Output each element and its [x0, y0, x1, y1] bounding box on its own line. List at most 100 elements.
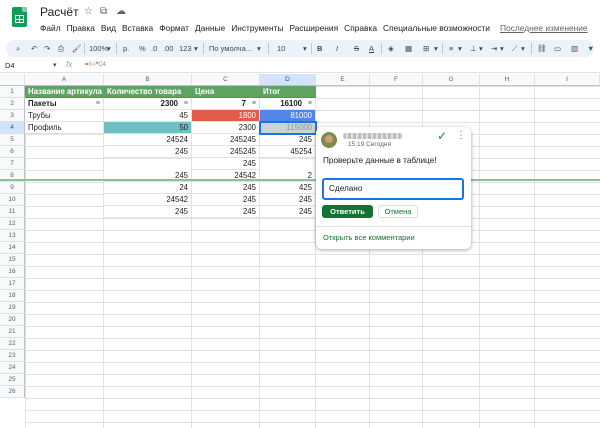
valign-chevron-down-icon[interactable]: ▾: [479, 43, 483, 54]
zoom-select[interactable]: 100%: [89, 43, 108, 54]
table-cell[interactable]: 24542: [104, 194, 192, 206]
cloud-status-icon[interactable]: ☁: [116, 7, 126, 17]
name-box[interactable]: D4: [5, 61, 15, 70]
vertical-align-icon[interactable]: ⊥: [470, 43, 477, 54]
formats-chevron-down-icon[interactable]: ▾: [194, 43, 198, 54]
cancel-button[interactable]: Отмена: [378, 205, 418, 218]
column-header-h[interactable]: H: [480, 74, 535, 86]
column-header-i[interactable]: I: [535, 74, 600, 86]
menu-accessibility[interactable]: Специальные возможности: [383, 23, 490, 35]
paint-format-icon[interactable]: 🖌: [72, 43, 82, 54]
merge-chevron-down-icon[interactable]: ▾: [434, 43, 438, 54]
halign-chevron-down-icon[interactable]: ▾: [458, 43, 462, 54]
table-cell[interactable]: Профиль: [25, 122, 104, 134]
fill-color-icon[interactable]: ◈: [388, 43, 394, 54]
currency-format-button[interactable]: р.: [123, 43, 129, 54]
redo-icon[interactable]: ↷: [44, 43, 50, 54]
table-cell[interactable]: 45: [104, 110, 192, 122]
decrease-decimal-button[interactable]: .0: [151, 43, 157, 54]
merge-cells-icon[interactable]: ⊞: [423, 43, 429, 54]
rotation-chevron-down-icon[interactable]: ▾: [521, 43, 525, 54]
font-chevron-down-icon[interactable]: ▾: [257, 43, 261, 54]
menu-format[interactable]: Формат: [159, 23, 189, 35]
move-folder-icon[interactable]: ⧉: [100, 7, 107, 17]
filter-icon[interactable]: ≡: [252, 98, 256, 109]
wrap-chevron-down-icon[interactable]: ▾: [500, 43, 504, 54]
resolve-check-icon[interactable]: ✓: [437, 130, 447, 142]
column-header-g[interactable]: G: [423, 74, 480, 86]
print-icon[interactable]: ⎙: [58, 43, 64, 54]
table-cell[interactable]: 16100 ≡: [260, 98, 316, 110]
reply-button[interactable]: Ответить: [322, 205, 373, 218]
column-header-f[interactable]: F: [370, 74, 423, 86]
table-cell[interactable]: 2300 ≡: [104, 98, 192, 110]
zoom-chevron-down-icon[interactable]: ▾: [107, 43, 111, 54]
table-cell[interactable]: Пакеты ≡: [25, 98, 104, 110]
table-cell[interactable]: 245245: [192, 146, 260, 158]
menu-edit[interactable]: Правка: [67, 23, 95, 35]
table-cell[interactable]: 245: [104, 206, 192, 218]
frozen-rows-divider[interactable]: [0, 179, 600, 181]
name-box-chevron-down-icon[interactable]: ▾: [53, 60, 57, 71]
table-cell[interactable]: 425: [260, 182, 316, 194]
filter-icon[interactable]: ≡: [184, 98, 188, 109]
open-all-comments-link[interactable]: Открыть все комментарии: [323, 233, 415, 242]
column-header-e[interactable]: E: [316, 74, 370, 86]
select-all-corner[interactable]: [0, 74, 25, 86]
column-header-b[interactable]: B: [104, 74, 192, 86]
menu-extensions[interactable]: Расширения: [289, 23, 338, 35]
insert-chart-icon[interactable]: ▥: [571, 43, 578, 54]
insert-comment-icon[interactable]: ▭: [554, 43, 561, 54]
text-rotation-icon[interactable]: ⟋: [512, 43, 517, 54]
last-edit-link[interactable]: Последнее изменение: [500, 23, 600, 33]
table-cell[interactable]: 45254: [260, 146, 316, 158]
table-cell[interactable]: 245: [192, 206, 260, 218]
sheets-logo-icon[interactable]: [12, 7, 27, 27]
table-cell[interactable]: 245: [104, 146, 192, 158]
strikethrough-button[interactable]: S: [354, 43, 359, 54]
bold-button[interactable]: B: [317, 43, 322, 54]
text-color-button[interactable]: A: [369, 43, 374, 54]
spreadsheet-grid[interactable]: A B C D E F G H I 1 2 3 4 5 6 7 8 9 10 1…: [0, 74, 600, 428]
font-size-select[interactable]: 10: [277, 43, 285, 54]
more-formats-button[interactable]: 123: [179, 43, 192, 54]
header-cell-total[interactable]: Итог: [260, 86, 316, 98]
percent-format-button[interactable]: %: [139, 43, 146, 54]
italic-button[interactable]: I: [336, 43, 338, 54]
star-icon[interactable]: ☆: [84, 7, 93, 17]
header-cell-name[interactable]: Название артикула: [25, 86, 104, 98]
table-cell[interactable]: 245: [192, 158, 260, 170]
table-cell[interactable]: 245: [260, 194, 316, 206]
header-cell-price[interactable]: Цена: [192, 86, 260, 98]
column-header-c[interactable]: C: [192, 74, 260, 86]
reply-input[interactable]: Сделано: [322, 178, 464, 200]
menu-view[interactable]: Вид: [101, 23, 116, 35]
menu-help[interactable]: Справка: [344, 23, 377, 35]
font-size-chevron-down-icon[interactable]: ▾: [303, 43, 307, 54]
table-cell[interactable]: 7 ≡: [192, 98, 260, 110]
insert-link-icon[interactable]: ⛓: [537, 43, 547, 54]
search-icon[interactable]: ⌕: [16, 43, 20, 54]
column-header-d[interactable]: D: [260, 74, 316, 86]
menu-file[interactable]: Файл: [40, 23, 61, 35]
table-cell[interactable]: 24: [104, 182, 192, 194]
table-cell[interactable]: 245: [260, 206, 316, 218]
table-cell[interactable]: Трубы: [25, 110, 104, 122]
column-header-a[interactable]: A: [25, 74, 104, 86]
formula-input[interactable]: =B4*C4: [85, 62, 106, 68]
table-cell[interactable]: 245: [192, 194, 260, 206]
more-vert-icon[interactable]: ⋮: [456, 130, 466, 142]
text-wrap-icon[interactable]: ⇥: [491, 43, 497, 54]
horizontal-align-icon[interactable]: ≡: [449, 43, 453, 54]
borders-icon[interactable]: ▦: [405, 43, 412, 54]
undo-icon[interactable]: ↶: [31, 43, 37, 54]
table-cell[interactable]: 2300: [192, 122, 260, 134]
filter-icon[interactable]: ▼: [587, 43, 594, 54]
menu-data[interactable]: Данные: [195, 23, 225, 35]
font-select[interactable]: По умолча...: [209, 43, 252, 54]
header-cell-quantity[interactable]: Количество товара: [104, 86, 192, 98]
table-cell[interactable]: 24524: [104, 134, 192, 146]
table-cell[interactable]: 245: [192, 182, 260, 194]
menu-tools[interactable]: Инструменты: [231, 23, 283, 35]
document-title[interactable]: Расчёт: [40, 5, 79, 19]
